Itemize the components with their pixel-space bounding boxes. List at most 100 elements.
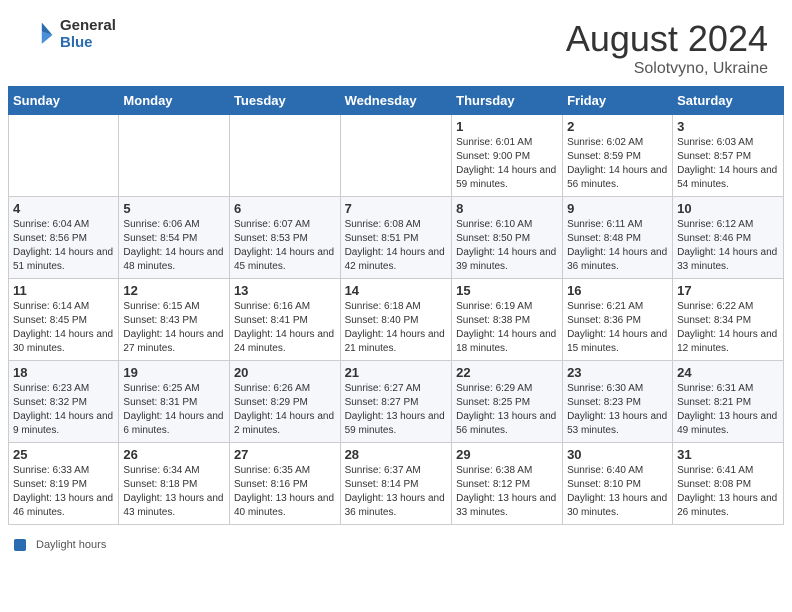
sunrise-text: Sunrise: 6:04 AM	[13, 219, 89, 230]
sunset-text: Sunset: 8:18 PM	[123, 479, 197, 490]
daylight-text: Daylight: 13 hours and 43 minutes.	[123, 493, 223, 518]
day-number: 24	[677, 365, 779, 380]
day-cell: 18 Sunrise: 6:23 AM Sunset: 8:32 PM Dayl…	[9, 361, 119, 443]
logo: General Blue	[24, 18, 116, 51]
day-number: 6	[234, 201, 336, 216]
daylight-text: Daylight: 13 hours and 33 minutes.	[456, 493, 556, 518]
day-info: Sunrise: 6:31 AM Sunset: 8:21 PM Dayligh…	[677, 382, 779, 438]
sunset-text: Sunset: 8:57 PM	[677, 151, 751, 162]
logo-blue: Blue	[60, 35, 116, 52]
day-info: Sunrise: 6:22 AM Sunset: 8:34 PM Dayligh…	[677, 300, 779, 356]
daylight-text: Daylight: 14 hours and 45 minutes.	[234, 247, 334, 272]
day-info: Sunrise: 6:41 AM Sunset: 8:08 PM Dayligh…	[677, 464, 779, 520]
daylight-text: Daylight: 14 hours and 30 minutes.	[13, 329, 113, 354]
sunrise-text: Sunrise: 6:40 AM	[567, 465, 643, 476]
sunrise-text: Sunrise: 6:03 AM	[677, 137, 753, 148]
daylight-text: Daylight: 14 hours and 9 minutes.	[13, 411, 113, 436]
logo-icon	[24, 19, 56, 51]
day-number: 21	[345, 365, 448, 380]
day-cell	[119, 115, 230, 197]
day-cell	[9, 115, 119, 197]
sunset-text: Sunset: 8:14 PM	[345, 479, 419, 490]
day-cell: 1 Sunrise: 6:01 AM Sunset: 9:00 PM Dayli…	[452, 115, 563, 197]
day-info: Sunrise: 6:27 AM Sunset: 8:27 PM Dayligh…	[345, 382, 448, 438]
sunset-text: Sunset: 8:38 PM	[456, 315, 530, 326]
sunset-text: Sunset: 8:43 PM	[123, 315, 197, 326]
sunrise-text: Sunrise: 6:21 AM	[567, 301, 643, 312]
day-cell: 19 Sunrise: 6:25 AM Sunset: 8:31 PM Dayl…	[119, 361, 230, 443]
day-number: 26	[123, 447, 225, 462]
day-number: 25	[13, 447, 114, 462]
daylight-text: Daylight: 14 hours and 21 minutes.	[345, 329, 445, 354]
day-number: 23	[567, 365, 668, 380]
sunrise-text: Sunrise: 6:01 AM	[456, 137, 532, 148]
day-number: 2	[567, 119, 668, 134]
day-cell: 31 Sunrise: 6:41 AM Sunset: 8:08 PM Dayl…	[673, 443, 784, 525]
sunrise-text: Sunrise: 6:33 AM	[13, 465, 89, 476]
daylight-text: Daylight: 13 hours and 36 minutes.	[345, 493, 445, 518]
day-number: 8	[456, 201, 558, 216]
day-cell: 30 Sunrise: 6:40 AM Sunset: 8:10 PM Dayl…	[563, 443, 673, 525]
day-number: 1	[456, 119, 558, 134]
day-info: Sunrise: 6:04 AM Sunset: 8:56 PM Dayligh…	[13, 218, 114, 274]
day-cell: 7 Sunrise: 6:08 AM Sunset: 8:51 PM Dayli…	[340, 197, 452, 279]
day-cell: 5 Sunrise: 6:06 AM Sunset: 8:54 PM Dayli…	[119, 197, 230, 279]
daylight-text: Daylight: 13 hours and 59 minutes.	[345, 411, 445, 436]
sunset-text: Sunset: 8:41 PM	[234, 315, 308, 326]
day-cell: 17 Sunrise: 6:22 AM Sunset: 8:34 PM Dayl…	[673, 279, 784, 361]
daylight-text: Daylight: 14 hours and 56 minutes.	[567, 165, 667, 190]
day-number: 11	[13, 283, 114, 298]
day-cell: 3 Sunrise: 6:03 AM Sunset: 8:57 PM Dayli…	[673, 115, 784, 197]
day-number: 5	[123, 201, 225, 216]
header-tuesday: Tuesday	[229, 87, 340, 115]
header-sunday: Sunday	[9, 87, 119, 115]
day-number: 27	[234, 447, 336, 462]
month-title: August 2024	[566, 18, 768, 60]
day-info: Sunrise: 6:01 AM Sunset: 9:00 PM Dayligh…	[456, 136, 558, 192]
day-number: 30	[567, 447, 668, 462]
daylight-text: Daylight: 13 hours and 56 minutes.	[456, 411, 556, 436]
day-info: Sunrise: 6:11 AM Sunset: 8:48 PM Dayligh…	[567, 218, 668, 274]
day-cell: 15 Sunrise: 6:19 AM Sunset: 8:38 PM Dayl…	[452, 279, 563, 361]
legend-dot	[14, 539, 26, 551]
sunrise-text: Sunrise: 6:34 AM	[123, 465, 199, 476]
sunset-text: Sunset: 8:31 PM	[123, 397, 197, 408]
weekday-header-row: Sunday Monday Tuesday Wednesday Thursday…	[9, 87, 784, 115]
day-cell: 11 Sunrise: 6:14 AM Sunset: 8:45 PM Dayl…	[9, 279, 119, 361]
day-info: Sunrise: 6:40 AM Sunset: 8:10 PM Dayligh…	[567, 464, 668, 520]
sunrise-text: Sunrise: 6:29 AM	[456, 383, 532, 394]
day-info: Sunrise: 6:23 AM Sunset: 8:32 PM Dayligh…	[13, 382, 114, 438]
sunset-text: Sunset: 8:36 PM	[567, 315, 641, 326]
day-number: 20	[234, 365, 336, 380]
day-number: 9	[567, 201, 668, 216]
sunrise-text: Sunrise: 6:19 AM	[456, 301, 532, 312]
sunrise-text: Sunrise: 6:15 AM	[123, 301, 199, 312]
sunrise-text: Sunrise: 6:37 AM	[345, 465, 421, 476]
day-info: Sunrise: 6:19 AM Sunset: 8:38 PM Dayligh…	[456, 300, 558, 356]
daylight-text: Daylight: 14 hours and 39 minutes.	[456, 247, 556, 272]
sunrise-text: Sunrise: 6:07 AM	[234, 219, 310, 230]
header-monday: Monday	[119, 87, 230, 115]
day-number: 12	[123, 283, 225, 298]
sunset-text: Sunset: 8:10 PM	[567, 479, 641, 490]
day-cell	[340, 115, 452, 197]
daylight-text: Daylight: 14 hours and 54 minutes.	[677, 165, 777, 190]
daylight-text: Daylight: 14 hours and 2 minutes.	[234, 411, 334, 436]
day-info: Sunrise: 6:25 AM Sunset: 8:31 PM Dayligh…	[123, 382, 225, 438]
logo-text: General Blue	[60, 18, 116, 51]
sunrise-text: Sunrise: 6:14 AM	[13, 301, 89, 312]
sunrise-text: Sunrise: 6:18 AM	[345, 301, 421, 312]
day-number: 22	[456, 365, 558, 380]
sunset-text: Sunset: 8:08 PM	[677, 479, 751, 490]
sunrise-text: Sunrise: 6:26 AM	[234, 383, 310, 394]
daylight-text: Daylight: 14 hours and 24 minutes.	[234, 329, 334, 354]
legend-label: Daylight hours	[36, 539, 106, 551]
day-number: 10	[677, 201, 779, 216]
day-number: 13	[234, 283, 336, 298]
day-cell: 2 Sunrise: 6:02 AM Sunset: 8:59 PM Dayli…	[563, 115, 673, 197]
day-cell: 4 Sunrise: 6:04 AM Sunset: 8:56 PM Dayli…	[9, 197, 119, 279]
day-cell: 27 Sunrise: 6:35 AM Sunset: 8:16 PM Dayl…	[229, 443, 340, 525]
day-number: 19	[123, 365, 225, 380]
day-cell: 23 Sunrise: 6:30 AM Sunset: 8:23 PM Dayl…	[563, 361, 673, 443]
day-cell: 21 Sunrise: 6:27 AM Sunset: 8:27 PM Dayl…	[340, 361, 452, 443]
